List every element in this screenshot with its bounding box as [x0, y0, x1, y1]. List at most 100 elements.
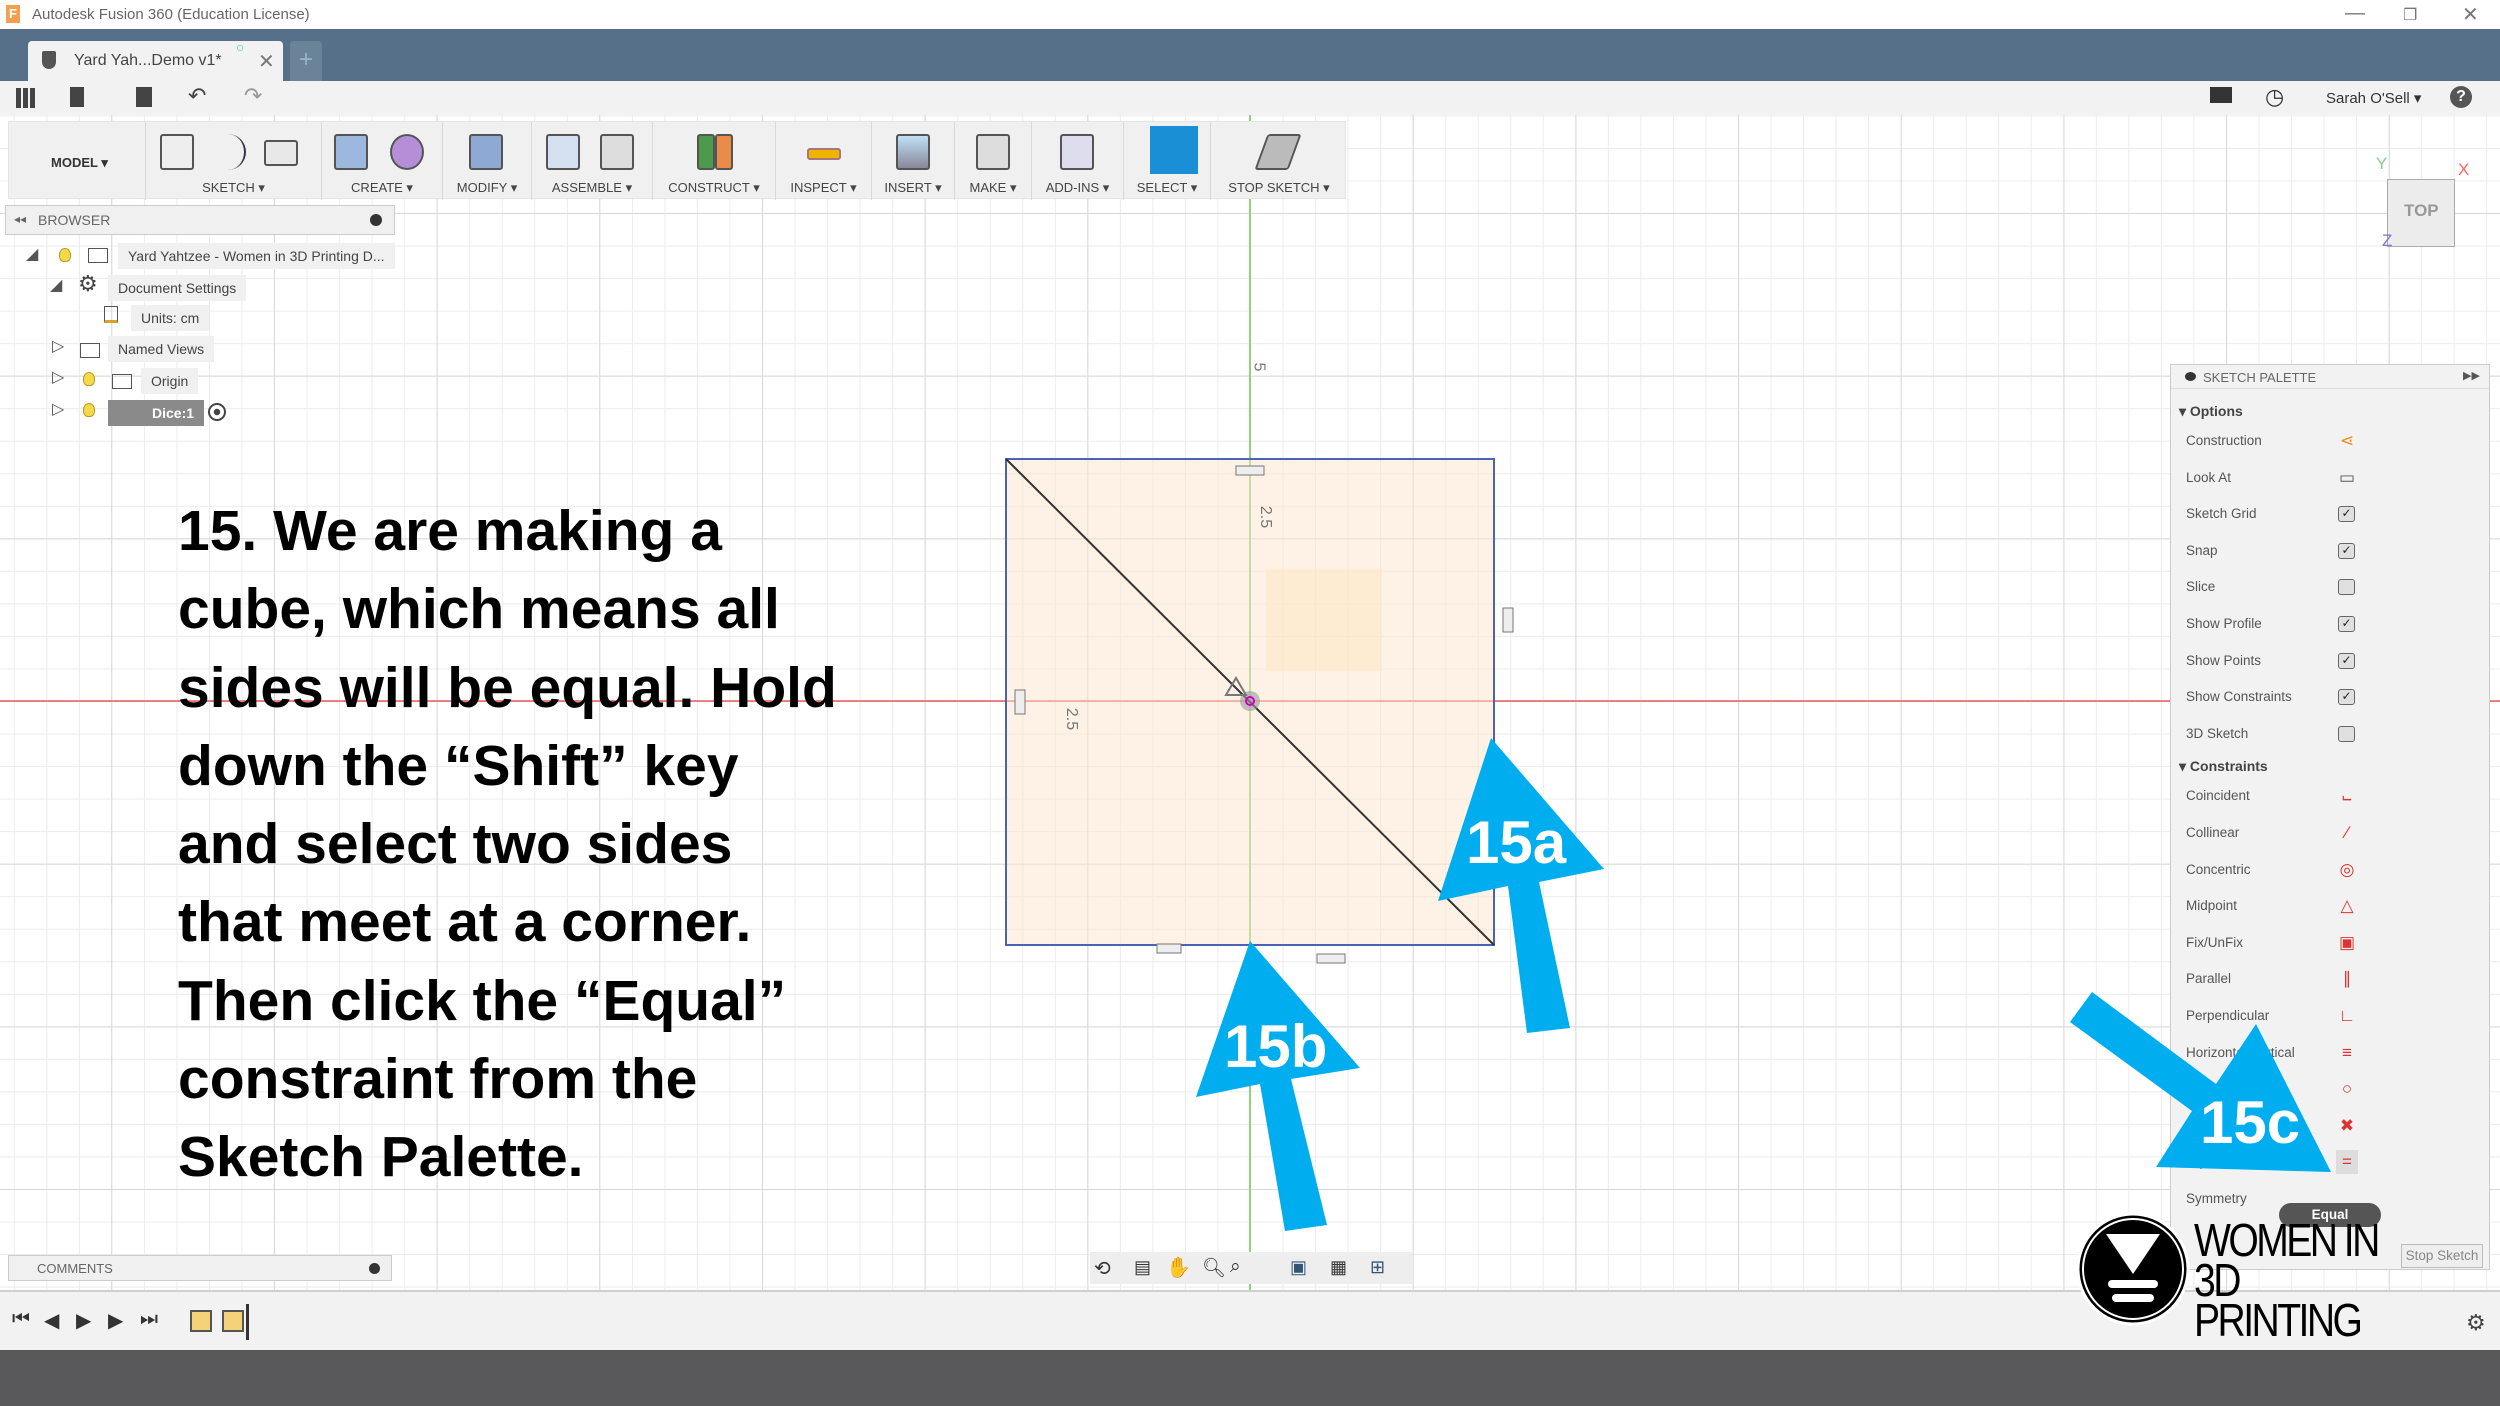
tree-item-dice[interactable]: Dice:1 — [108, 400, 204, 426]
go-to-end-icon[interactable]: ⏭ — [140, 1308, 158, 1331]
new-tab-button[interactable]: + — [290, 41, 322, 81]
visibility-bulb-icon[interactable] — [83, 372, 95, 386]
expand-icon[interactable]: ◢ — [26, 244, 38, 264]
expand-icon[interactable]: ▷ — [52, 336, 64, 356]
modify-menu[interactable]: MODIFY ▾ — [443, 122, 532, 200]
constraint-midpoint[interactable]: Midpoint △ — [2186, 894, 2486, 918]
display-settings-icon[interactable]: ▣ — [1290, 1257, 1307, 1278]
close-window-button[interactable]: ✕ — [2462, 2, 2479, 27]
visibility-bulb-icon[interactable] — [59, 248, 71, 262]
palette-option[interactable]: Show Profile ✓ — [2186, 612, 2486, 636]
timeline-marker[interactable] — [246, 1304, 249, 1340]
visibility-bulb-icon[interactable] — [83, 403, 95, 417]
construction-icon[interactable]: ⋖ — [2336, 429, 2358, 453]
sketch-menu[interactable]: SKETCH ▾ — [146, 122, 322, 200]
look-at-icon[interactable]: ▤ — [1134, 1257, 1151, 1278]
activate-component-icon[interactable] — [208, 403, 226, 421]
inspect-menu[interactable]: INSPECT ▾ — [776, 122, 872, 200]
perpendicular-icon[interactable]: ∟ — [2336, 1004, 2358, 1028]
collapse-browser-icon[interactable]: ◂◂ — [14, 212, 26, 226]
lock-icon[interactable]: ▣ — [2336, 931, 2358, 955]
help-icon[interactable]: ? — [2450, 86, 2472, 108]
coincident-icon[interactable]: ⨽ — [2336, 784, 2358, 808]
undo-icon[interactable]: ↶ — [188, 83, 206, 109]
pin-icon[interactable] — [370, 214, 382, 226]
pan-icon[interactable]: ✋ — [1166, 1255, 1191, 1280]
fit-icon[interactable]: ⌕ — [1230, 1256, 1241, 1278]
expand-icon[interactable]: ◢ — [50, 275, 62, 295]
create-menu[interactable]: CREATE ▾ — [322, 122, 443, 200]
tree-item-units[interactable]: Units: cm — [131, 305, 210, 331]
constraint-collinear[interactable]: Collinear ∕ — [2186, 821, 2486, 845]
palette-option[interactable]: Slice — [2186, 575, 2486, 599]
tree-item-root[interactable]: Yard Yahtzee - Women in 3D Printing D... — [118, 243, 395, 269]
redo-icon[interactable]: ↷ — [244, 83, 262, 109]
document-tab[interactable]: Yard Yah...Demo v1* ○ ✕ — [28, 39, 283, 81]
palette-header[interactable]: SKETCH PALETTE ▶▶ — [2171, 365, 2489, 389]
palette-option[interactable]: Look At ▭ — [2186, 466, 2486, 490]
go-to-start-icon[interactable]: ⏮ — [12, 1308, 30, 1331]
expand-icon[interactable]: ▷ — [52, 367, 64, 387]
show-points-checkbox[interactable]: ✓ — [2338, 652, 2355, 669]
slice-checkbox[interactable] — [2338, 579, 2355, 596]
assemble-menu[interactable]: ASSEMBLE ▾ — [532, 122, 653, 200]
viewports-icon[interactable]: ⊞ — [1370, 1257, 1385, 1278]
palette-option[interactable]: Show Points ✓ — [2186, 649, 2486, 673]
parallel-icon[interactable]: ∥ — [2336, 967, 2358, 991]
play-icon[interactable]: ▶ — [76, 1308, 91, 1333]
constraint-parallel[interactable]: Parallel ∥ — [2186, 967, 2486, 991]
collinear-icon[interactable]: ∕ — [2336, 821, 2358, 845]
tree-item-named-views[interactable]: Named Views — [108, 336, 215, 362]
stop-sketch-button[interactable]: STOP SKETCH ▾ — [1211, 122, 1347, 200]
options-section-header[interactable]: ▾ Options — [2179, 403, 2243, 420]
constraint-concentric[interactable]: Concentric ◎ — [2186, 858, 2486, 882]
insert-menu[interactable]: INSERT ▾ — [872, 122, 955, 200]
save-icon[interactable] — [136, 87, 152, 107]
constraint-lock[interactable]: Fix/UnFix ▣ — [2186, 931, 2486, 955]
equal-icon[interactable]: = — [2336, 1150, 2358, 1175]
step-back-icon[interactable]: ◀ — [44, 1308, 59, 1333]
make-menu[interactable]: MAKE ▾ — [955, 122, 1032, 200]
palette-option[interactable]: Construction ⋖ — [2186, 429, 2486, 453]
grid-settings-icon[interactable]: ▦ — [1330, 1257, 1347, 1278]
orbit-icon[interactable]: ⟲ — [1094, 1256, 1111, 1281]
expand-icon[interactable]: ▷ — [52, 399, 64, 419]
file-menu-icon[interactable] — [70, 87, 84, 107]
timeline-sketch-feature[interactable] — [222, 1310, 244, 1332]
add-comment-icon[interactable] — [369, 1263, 380, 1274]
comments-icon[interactable] — [2210, 87, 2232, 103]
palette-option[interactable]: 3D Sketch — [2186, 722, 2486, 746]
construct-menu[interactable]: CONSTRUCT ▾ — [653, 122, 776, 200]
workspace-switcher[interactable]: MODEL ▾ — [9, 122, 146, 200]
comments-panel[interactable]: COMMENTS — [8, 1255, 392, 1281]
tree-item-document-settings[interactable]: Document Settings — [108, 275, 247, 301]
look-at-icon[interactable]: ▭ — [2336, 466, 2358, 490]
job-status-clock-icon[interactable]: ◷ — [2265, 84, 2284, 110]
3d-sketch-checkbox[interactable] — [2338, 725, 2355, 742]
timeline-sketch-feature[interactable] — [190, 1310, 212, 1332]
add-ins-menu[interactable]: ADD-INS ▾ — [1032, 122, 1124, 200]
close-tab-icon[interactable]: ✕ — [258, 49, 275, 74]
concentric-icon[interactable]: ◎ — [2336, 858, 2358, 882]
app-grid-icon[interactable] — [16, 88, 36, 108]
pin-icon[interactable] — [2185, 372, 2196, 381]
constraint-coincident[interactable]: Coincident ⨽ — [2186, 784, 2486, 808]
horizontal-vertical-icon[interactable]: ≡ — [2336, 1041, 2358, 1065]
view-cube-face[interactable]: TOP — [2404, 201, 2439, 221]
show-profile-checkbox[interactable]: ✓ — [2338, 616, 2355, 632]
expand-palette-icon[interactable]: ▶▶ — [2463, 369, 2480, 382]
constraint-perpendicular[interactable]: Perpendicular ∟ — [2186, 1004, 2486, 1028]
show-constraints-checkbox[interactable]: ✓ — [2338, 689, 2355, 706]
user-menu[interactable]: Sarah O'Sell ▾ — [2326, 89, 2421, 107]
zoom-icon[interactable]: 🔍︎ — [1202, 1256, 1226, 1280]
settings-gear-icon[interactable]: ⚙ — [2466, 1310, 2486, 1336]
browser-panel-header[interactable]: ◂◂ BROWSER — [5, 205, 395, 235]
midpoint-icon[interactable]: △ — [2336, 894, 2358, 918]
step-forward-icon[interactable]: ▶ — [108, 1308, 123, 1333]
select-menu[interactable]: SELECT ▾ — [1124, 122, 1211, 200]
tangent-icon[interactable]: ○ — [2336, 1077, 2358, 1101]
palette-option[interactable]: Snap ✓ — [2186, 539, 2486, 563]
snap-checkbox[interactable]: ✓ — [2338, 542, 2355, 559]
sketch-grid-checkbox[interactable]: ✓ — [2338, 506, 2355, 523]
tree-item-origin[interactable]: Origin — [141, 368, 199, 394]
